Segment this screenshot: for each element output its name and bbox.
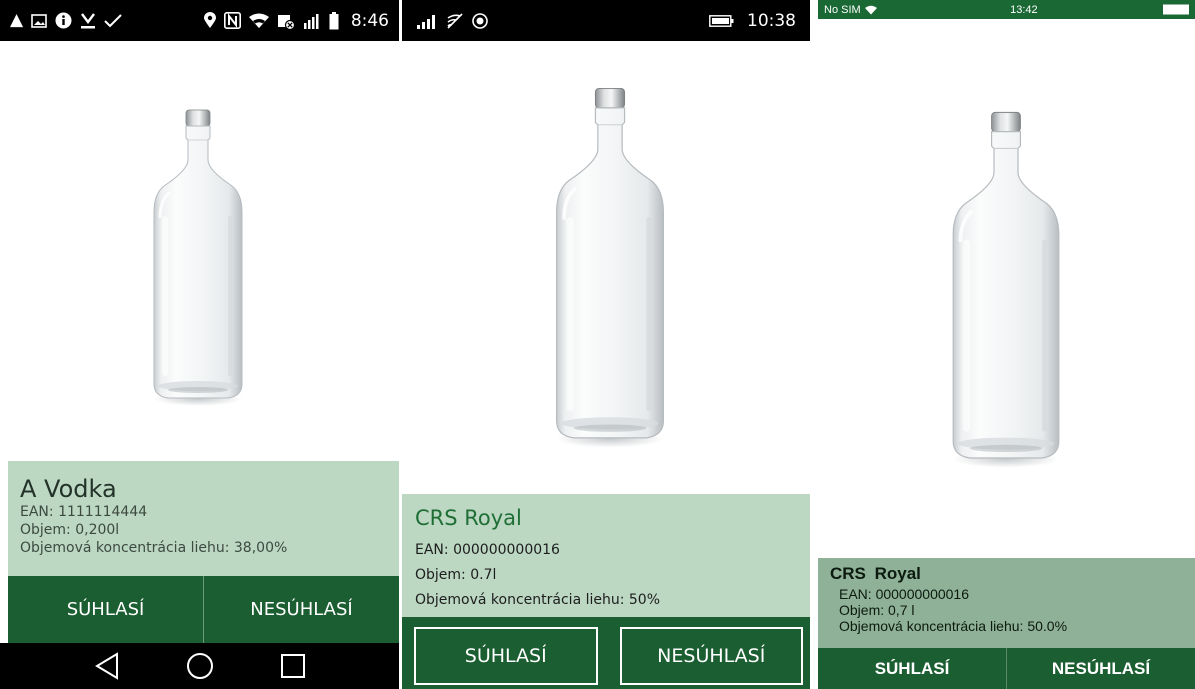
product-alcohol: Objemová koncentrácia liehu: 50% (415, 592, 661, 608)
status-time: 8:46 (350, 10, 389, 31)
screen-ios: No SIM 13:42 CRS Royal EAN: 000000000016… (818, 0, 1195, 689)
data-off-icon (277, 12, 295, 30)
warning-icon: ▲ (10, 10, 24, 30)
battery-icon (1163, 4, 1189, 15)
agree-button[interactable]: SÚHLASÍ (414, 627, 598, 685)
product-info-panel: CRS Royal EAN: 000000000016 Objem: 0.7l … (402, 494, 810, 617)
signal-icon (416, 13, 438, 29)
battery-icon (709, 14, 735, 27)
product-name: CRS Royal (415, 506, 522, 530)
wifi-icon (248, 13, 269, 29)
location-icon (203, 12, 216, 29)
home-icon[interactable] (185, 651, 215, 681)
info-icon (55, 12, 72, 29)
bottle-image (545, 86, 675, 450)
agree-button[interactable]: SÚHLASÍ (818, 648, 1006, 689)
recents-icon[interactable] (278, 651, 308, 681)
bottle-image (946, 102, 1066, 478)
screen-android: ▲ 8:46 A Vodka EAN: 1111114444 Objem: 0,… (0, 0, 399, 689)
product-volume: Objem: 0.7l (415, 567, 497, 583)
wifi-icon (864, 5, 877, 15)
status-time: 10:38 (747, 10, 796, 31)
product-info-panel: CRS Royal EAN: 000000000016 Objem: 0,7 l… (818, 558, 1195, 648)
product-alcohol: Objemová koncentrácia liehu: 50.0% (839, 618, 1068, 634)
disagree-button[interactable]: NESÚHLASÍ (619, 627, 803, 685)
status-time: 13:42 (1010, 3, 1038, 16)
status-bar: No SIM 13:42 (818, 0, 1195, 19)
download-icon (80, 12, 96, 30)
check-icon (104, 13, 122, 28)
product-volume: Objem: 0,200l (20, 522, 120, 538)
product-name: A Vodka (20, 475, 117, 503)
navigation-bar (0, 643, 399, 689)
action-bar: SÚHLASÍ NESÚHLASÍ (8, 576, 399, 643)
status-bar: ▲ 8:46 (0, 0, 399, 41)
disagree-button[interactable]: NESÚHLASÍ (1006, 648, 1195, 689)
location-icon (472, 12, 488, 29)
product-volume: Objem: 0,7 l (839, 602, 915, 618)
bottle-image (145, 108, 251, 408)
screen-windows-phone: 10:38 CRS Royal EAN: 000000000016 Objem:… (402, 0, 810, 689)
action-bar: SÚHLASÍ NESÚHLASÍ (818, 648, 1195, 689)
agree-button[interactable]: SÚHLASÍ (8, 576, 203, 643)
battery-icon (329, 11, 339, 30)
product-ean: EAN: 1111114444 (20, 504, 148, 520)
wifi-icon (446, 12, 464, 29)
carrier-label: No SIM (824, 3, 861, 16)
product-info-panel: A Vodka EAN: 1111114444 Objem: 0,200l Ob… (8, 461, 399, 576)
product-alcohol: Objemová koncentrácia liehu: 38,00% (20, 540, 288, 556)
nfc-icon (223, 12, 241, 29)
product-ean: EAN: 000000000016 (839, 586, 969, 602)
back-icon[interactable] (92, 651, 122, 681)
product-ean: EAN: 000000000016 (415, 542, 560, 558)
disagree-button[interactable]: NESÚHLASÍ (203, 576, 399, 643)
product-name: CRS Royal (830, 564, 921, 583)
action-bar: SÚHLASÍ NESÚHLASÍ (402, 617, 810, 689)
status-bar: 10:38 (402, 0, 810, 41)
image-icon (31, 13, 47, 29)
signal-icon (303, 12, 321, 29)
